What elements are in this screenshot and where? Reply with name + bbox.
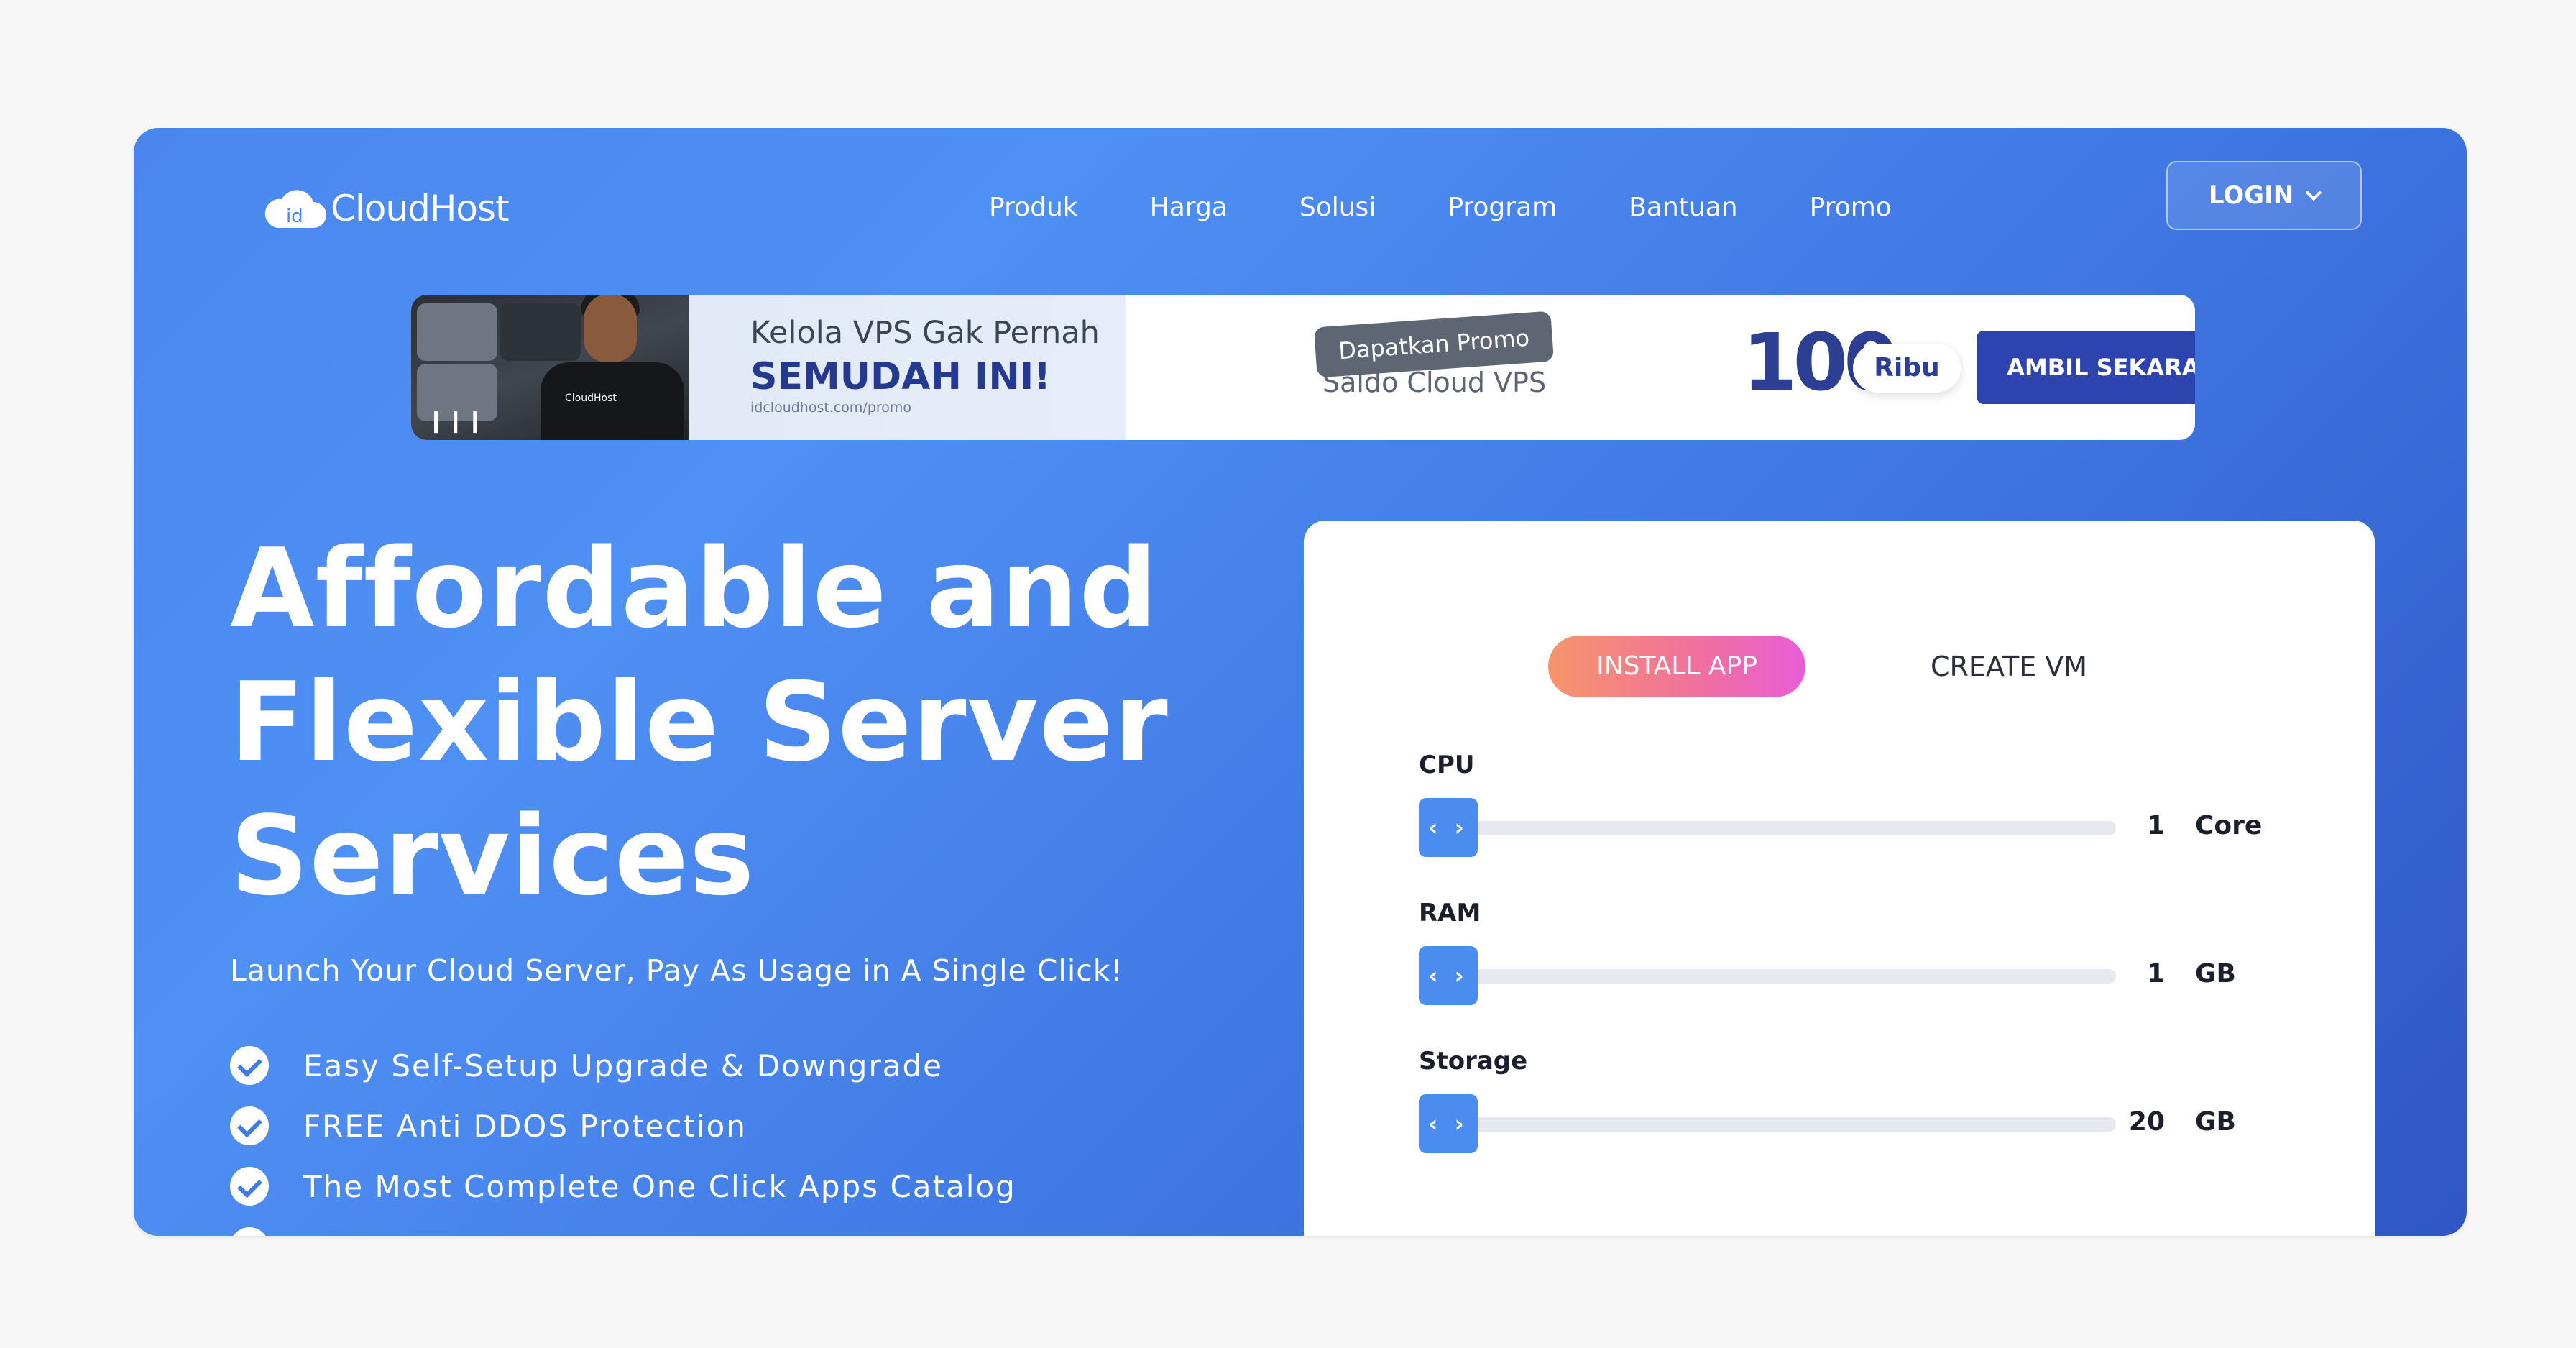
chevron-left-right-icon: ‹ › [1428, 814, 1468, 841]
ram-label: RAM [1419, 899, 1481, 927]
banner-headline: Kelola VPS Gak Pernah [750, 315, 1100, 351]
nav-item-harga[interactable]: Harga [1150, 183, 1228, 233]
cpu-slider-handle[interactable]: ‹ › [1419, 798, 1478, 857]
cpu-unit: Core [2195, 811, 2263, 840]
banner-photo: CloudHost ❙❙❙ [411, 295, 689, 440]
storage-value: 20 [2128, 1107, 2165, 1137]
ram-unit: GB [2195, 959, 2236, 989]
chevron-left-right-icon: ‹ › [1428, 1110, 1468, 1137]
check-circle-icon [230, 1106, 269, 1145]
feature-item-partial [230, 1216, 1016, 1236]
check-circle-icon [230, 1046, 269, 1085]
promo-banner[interactable]: CloudHost ❙❙❙ Kelola VPS Gak Pernah SEMU… [411, 295, 2195, 440]
hero-section: id CloudHost Produk Harga Solusi Program… [134, 128, 2467, 1236]
tab-install-app[interactable]: INSTALL APP [1548, 636, 1806, 697]
storage-slider-handle[interactable]: ‹ › [1419, 1094, 1478, 1153]
storage-unit: GB [2195, 1107, 2236, 1137]
cloud-logo-icon: id [264, 188, 326, 229]
promo-amount-unit: Ribu [1853, 344, 1961, 393]
server-configurator: INSTALL APP CREATE VM CPU ‹ › 1 Core RAM… [1304, 521, 2375, 1236]
person-head [584, 295, 637, 362]
feature-item: FREE Anti DDOS Protection [230, 1096, 1016, 1156]
app-tile [500, 303, 581, 361]
feature-item: The Most Complete One Click Apps Catalog [230, 1156, 1016, 1216]
cpu-label: CPU [1419, 751, 1475, 779]
hero-subtitle: Launch Your Cloud Server, Pay As Usage i… [230, 953, 1123, 988]
check-circle-icon [230, 1227, 269, 1236]
brand-name: CloudHost [331, 188, 510, 229]
hero-title-line: Services [230, 792, 755, 920]
banner-url: idcloudhost.com/promo [750, 400, 912, 416]
ram-value: 1 [2146, 959, 2165, 989]
nav-item-promo[interactable]: Promo [1810, 183, 1892, 233]
main-nav: Produk Harga Solusi Program Bantuan Prom… [989, 183, 1964, 233]
feature-text: FREE Anti DDOS Protection [303, 1108, 747, 1144]
shirt-logo: CloudHost [565, 393, 617, 404]
banner-headline-strong: SEMUDAH INI! [750, 355, 1051, 398]
cpu-slider-track[interactable] [1440, 821, 2116, 835]
promo-subtitle: Saldo Cloud VPS [1322, 367, 1547, 398]
ram-slider-handle[interactable]: ‹ › [1419, 946, 1478, 1005]
feature-list: Easy Self-Setup Upgrade & Downgrade FREE… [230, 1035, 1016, 1236]
tab-create-vm[interactable]: CREATE VM [1931, 636, 2087, 697]
feature-text: The Most Complete One Click Apps Catalog [303, 1168, 1016, 1204]
nav-item-program[interactable]: Program [1448, 183, 1557, 233]
chevron-left-right-icon: ‹ › [1428, 962, 1468, 989]
hero-title-line: Affordable and [230, 525, 1159, 652]
hero-title: Affordable and Flexible Server Services [230, 522, 1308, 923]
login-label: LOGIN [2208, 181, 2294, 210]
nav-item-bantuan[interactable]: Bantuan [1629, 183, 1737, 233]
nav-item-solusi[interactable]: Solusi [1300, 183, 1376, 233]
nav-item-produk[interactable]: Produk [989, 183, 1078, 233]
storage-slider-track[interactable] [1440, 1117, 2116, 1132]
chevron-down-icon [2305, 184, 2322, 201]
check-circle-icon [230, 1167, 269, 1206]
cloudhost-logo[interactable]: id CloudHost [264, 180, 510, 237]
logo-badge-text: id [286, 206, 303, 227]
bars-icon: ❙❙❙ [427, 408, 486, 434]
login-button[interactable]: LOGIN [2166, 161, 2362, 230]
hero-title-line: Flexible Server [230, 659, 1169, 786]
feature-item: Easy Self-Setup Upgrade & Downgrade [230, 1035, 1016, 1096]
feature-text: Easy Self-Setup Upgrade & Downgrade [303, 1047, 943, 1083]
cpu-value: 1 [2146, 811, 2165, 840]
ambil-sekarang-button[interactable]: AMBIL SEKARANG › [1977, 331, 2195, 404]
app-tile [417, 303, 497, 361]
ram-slider-track[interactable] [1440, 969, 2116, 984]
storage-label: Storage [1419, 1047, 1528, 1076]
